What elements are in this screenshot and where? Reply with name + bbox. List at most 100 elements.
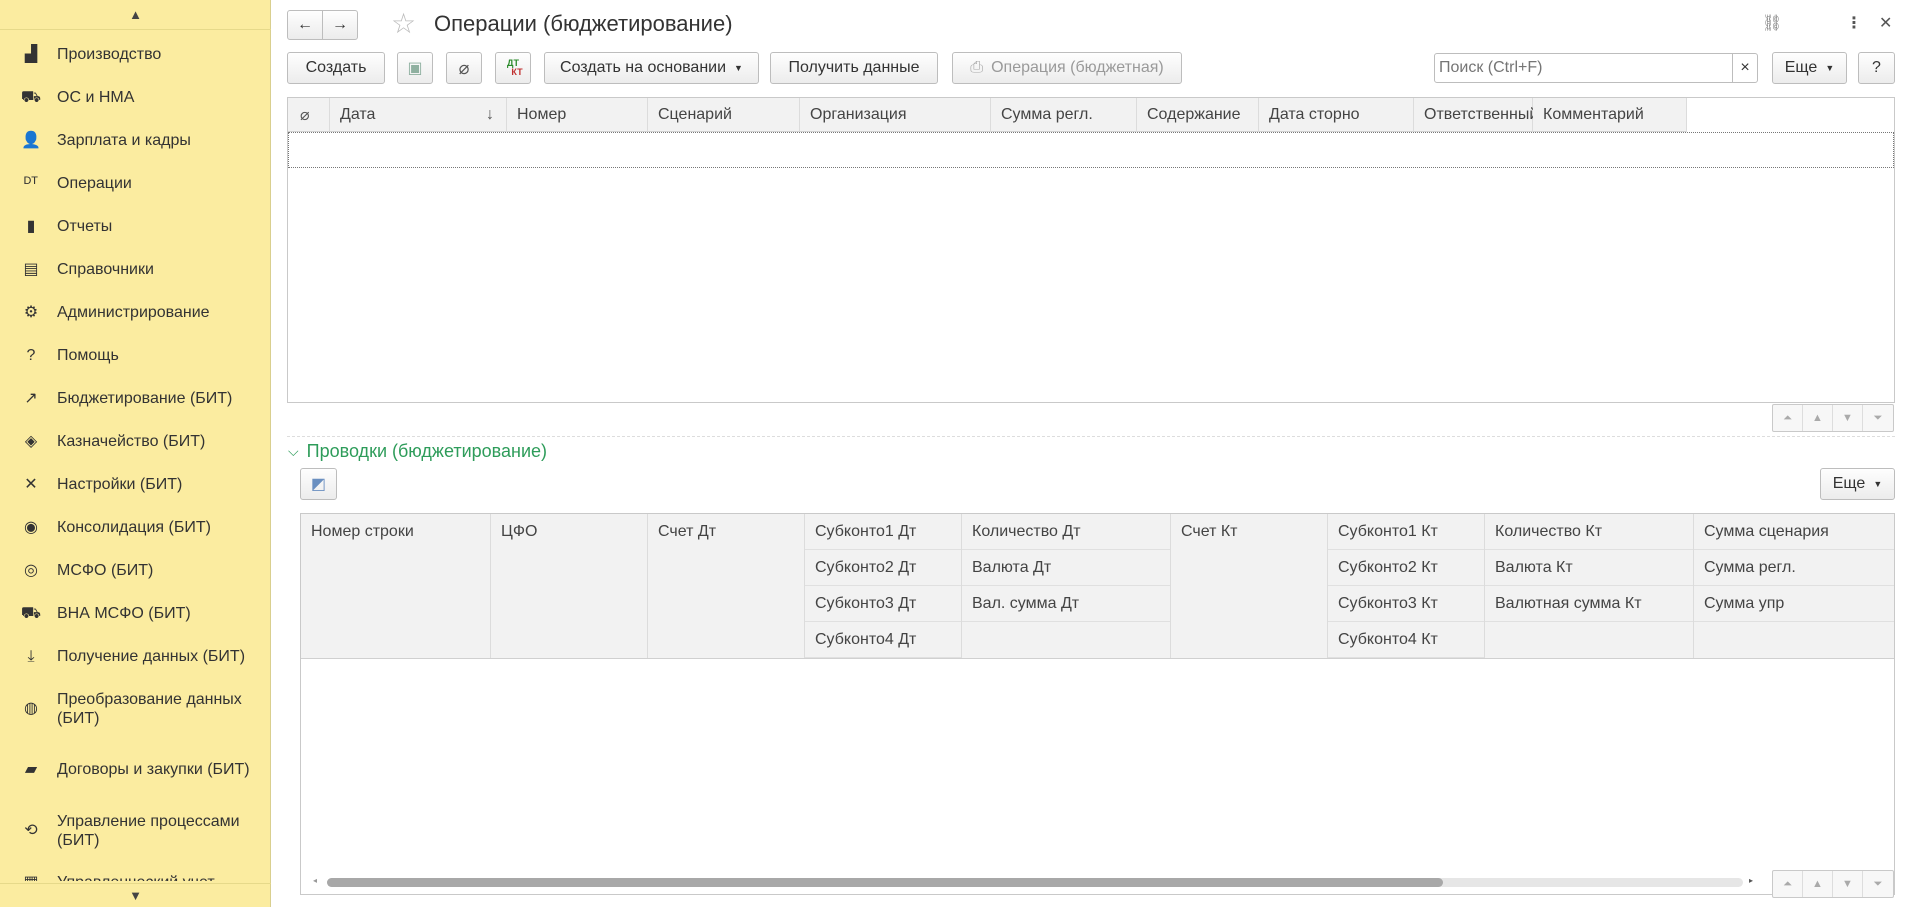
entries-more-button[interactable]: Еще ▼ xyxy=(1820,468,1895,500)
dt-kt-button[interactable]: ДТ КТ xyxy=(495,52,531,84)
column-header-col4-3[interactable]: Субконто4 Дт xyxy=(805,622,961,658)
attach-button[interactable]: ⌀ xyxy=(446,52,482,84)
column-header-cfo[interactable]: ЦФО xyxy=(491,514,648,658)
sidebar-item-13[interactable]: ⛟ ВНА МСФО (БИТ) xyxy=(0,592,271,635)
column-header-col7-1[interactable]: Субконто2 Кт xyxy=(1328,550,1484,586)
sidebar-item-5[interactable]: ▤ Справочники xyxy=(0,248,271,291)
column-group-sums: Сумма сценария Сумма регл. Сумма упр xyxy=(1694,514,1894,658)
scroll-down-icon[interactable]: ▼ xyxy=(1833,405,1863,431)
column-header-col4-2[interactable]: Субконто3 Дт xyxy=(805,586,961,622)
more-vertical-icon[interactable]: ⋮ xyxy=(1846,13,1862,33)
column-header-4[interactable]: Сумма регл. xyxy=(991,98,1137,132)
favorite-star-icon[interactable]: ☆ xyxy=(391,7,416,40)
sidebar-item-3[interactable]: ᴰᵀ Операции xyxy=(0,162,271,205)
column-header-col8-2[interactable]: Валютная сумма Кт xyxy=(1485,586,1693,622)
chevron-down-icon: ⌵ xyxy=(288,443,299,459)
fill-button[interactable]: ◩ xyxy=(300,468,337,500)
column-header-col9-1[interactable]: Сумма регл. xyxy=(1694,550,1894,586)
sidebar-item-12[interactable]: ◎ МСФО (БИТ) xyxy=(0,549,271,592)
scrollbar-thumb[interactable] xyxy=(327,878,1443,887)
scroll-top-icon[interactable]: ⏶ xyxy=(1773,405,1803,431)
column-header-col8-1[interactable]: Валюта Кт xyxy=(1485,550,1693,586)
create-based-on-button[interactable]: Создать на основании ▼ xyxy=(544,52,759,84)
column-header-7[interactable]: Ответственный xyxy=(1414,98,1538,132)
column-header-col7-3[interactable]: Субконто4 Кт xyxy=(1328,622,1484,658)
forward-button[interactable]: → xyxy=(322,10,358,40)
column-header-col8-0[interactable]: Количество Кт xyxy=(1485,514,1693,550)
dropdown-caret-icon: ▼ xyxy=(1873,479,1883,489)
scroll-right-icon[interactable]: ▸ xyxy=(1749,876,1753,885)
sidebar-item-10[interactable]: ✕ Настройки (БИТ) xyxy=(0,463,271,506)
close-icon[interactable]: ✕ xyxy=(1879,13,1892,33)
column-header-col9-0[interactable]: Сумма сценария xyxy=(1694,514,1894,550)
column-header-col5-0[interactable]: Количество Дт xyxy=(962,514,1170,550)
column-header-0[interactable]: Дата ↓ xyxy=(330,98,507,132)
back-button[interactable]: ← xyxy=(287,10,323,40)
column-header-col4-0[interactable]: Субконто1 Дт xyxy=(805,514,961,550)
column-header-col7-0[interactable]: Субконто1 Кт xyxy=(1328,514,1484,550)
save-document-button[interactable]: ▣ xyxy=(397,52,433,84)
scroll-bottom-icon[interactable]: ⏷ xyxy=(1863,871,1893,897)
entries-table[interactable]: Номер строки ЦФО Счет Дт Субконто1 Дт Суб… xyxy=(300,513,1895,895)
sidebar-item-7[interactable]: ? Помощь xyxy=(0,334,271,377)
clear-search-button[interactable]: × xyxy=(1732,53,1758,83)
column-header-col9-2[interactable]: Сумма упр xyxy=(1694,586,1894,622)
column-header-1[interactable]: Номер xyxy=(507,98,648,132)
scroll-up-icon[interactable]: ▲ xyxy=(1803,871,1833,897)
download-icon: ⤓ xyxy=(27,648,35,665)
column-header-5[interactable]: Содержание xyxy=(1137,98,1259,132)
create-button[interactable]: Создать xyxy=(287,52,385,84)
attachment-column-header[interactable]: ⌀ xyxy=(288,98,330,132)
entries-section-header[interactable]: ⌵ Проводки (бюджетирование) xyxy=(288,441,547,462)
sidebar-item-17[interactable]: ⟲ Управление процессами (БИТ) xyxy=(0,800,271,861)
column-header-col4-1[interactable]: Субконто2 Дт xyxy=(805,550,961,586)
sidebar-item-14[interactable]: ⤓ Получение данных (БИТ) xyxy=(0,635,271,678)
scroll-top-icon[interactable]: ⏶ xyxy=(1773,871,1803,897)
globe-dark-icon: ◉ xyxy=(24,519,38,536)
help-button[interactable]: ? xyxy=(1858,52,1895,84)
scroll-up-icon[interactable]: ▲ xyxy=(1803,405,1833,431)
sidebar-scroll-down-icon[interactable]: ▼ xyxy=(0,883,271,907)
column-header-8[interactable]: Комментарий xyxy=(1533,98,1687,132)
sidebar-item-4[interactable]: ▮ Отчеты xyxy=(0,205,271,248)
column-group-credit-amounts: Количество Кт Валюта Кт Валютная сумма Кт xyxy=(1485,514,1694,658)
bar-chart-icon: ▮ xyxy=(26,218,36,235)
column-header-col5-2[interactable]: Вал. сумма Дт xyxy=(962,586,1170,622)
column-header-credit-account[interactable]: Счет Кт xyxy=(1171,514,1328,658)
sidebar-item-label: Настройки (БИТ) xyxy=(57,476,183,493)
sidebar-item-0[interactable]: ▟ Производство xyxy=(0,33,271,76)
tools-icon: ✕ xyxy=(24,476,38,493)
sidebar-item-15[interactable]: ◍ Преобразование данных (БИТ) xyxy=(0,678,271,739)
scroll-down-icon[interactable]: ▼ xyxy=(1833,871,1863,897)
sidebar-item-11[interactable]: ◉ Консолидация (БИТ) xyxy=(0,506,271,549)
column-header-3[interactable]: Организация xyxy=(800,98,991,132)
link-icon[interactable]: ⛓ xyxy=(1762,13,1782,33)
get-data-button[interactable]: Получить данные xyxy=(770,52,938,84)
sidebar: ▲ ▟ Производство ⛟ ОС и НМА 👤 Зарплата и кадр… xyxy=(0,0,271,907)
column-header-row-number[interactable]: Номер строки xyxy=(301,514,491,658)
print-operation-button[interactable]: ⎙ Операция (бюджетная) xyxy=(952,52,1182,84)
operations-table[interactable]: ⌀ Дата ↓ Номер Сценарий Организация Сумма рег… xyxy=(287,97,1895,403)
column-header-col7-2[interactable]: Субконто3 Кт xyxy=(1328,586,1484,622)
sidebar-item-label: ОС и НМА xyxy=(57,89,135,106)
sidebar-item-8[interactable]: ↗ Бюджетирование (БИТ) xyxy=(0,377,271,420)
horizontal-scrollbar[interactable] xyxy=(327,878,1743,887)
column-header-debit-account[interactable]: Счет Дт xyxy=(648,514,805,658)
sidebar-item-18[interactable]: ▦ Управленческий учет xyxy=(0,861,271,881)
sidebar-item-16[interactable]: ▰ Договоры и закупки (БИТ) xyxy=(0,739,271,800)
page-title: Операции (бюджетирование) xyxy=(434,11,733,36)
table-row[interactable] xyxy=(288,132,1894,168)
column-header-2[interactable]: Сценарий xyxy=(648,98,800,132)
column-header-6[interactable]: Дата сторно xyxy=(1259,98,1414,132)
sidebar-item-2[interactable]: 👤 Зарплата и кадры xyxy=(0,119,271,162)
scroll-bottom-icon[interactable]: ⏷ xyxy=(1863,405,1893,431)
sidebar-menu: ▟ Производство ⛟ ОС и НМА 👤 Зарплата и кадры ᴰ… xyxy=(0,33,271,881)
search-input[interactable] xyxy=(1434,53,1733,83)
sidebar-item-1[interactable]: ⛟ ОС и НМА xyxy=(0,76,271,119)
more-button[interactable]: Еще ▼ xyxy=(1772,52,1847,84)
scroll-left-icon[interactable]: ◂ xyxy=(313,876,317,885)
sidebar-item-9[interactable]: ◈ Казначейство (БИТ) xyxy=(0,420,271,463)
sidebar-scroll-up-icon[interactable]: ▲ xyxy=(0,0,271,30)
sidebar-item-6[interactable]: ⚙ Администрирование xyxy=(0,291,271,334)
column-header-col5-1[interactable]: Валюта Дт xyxy=(962,550,1170,586)
